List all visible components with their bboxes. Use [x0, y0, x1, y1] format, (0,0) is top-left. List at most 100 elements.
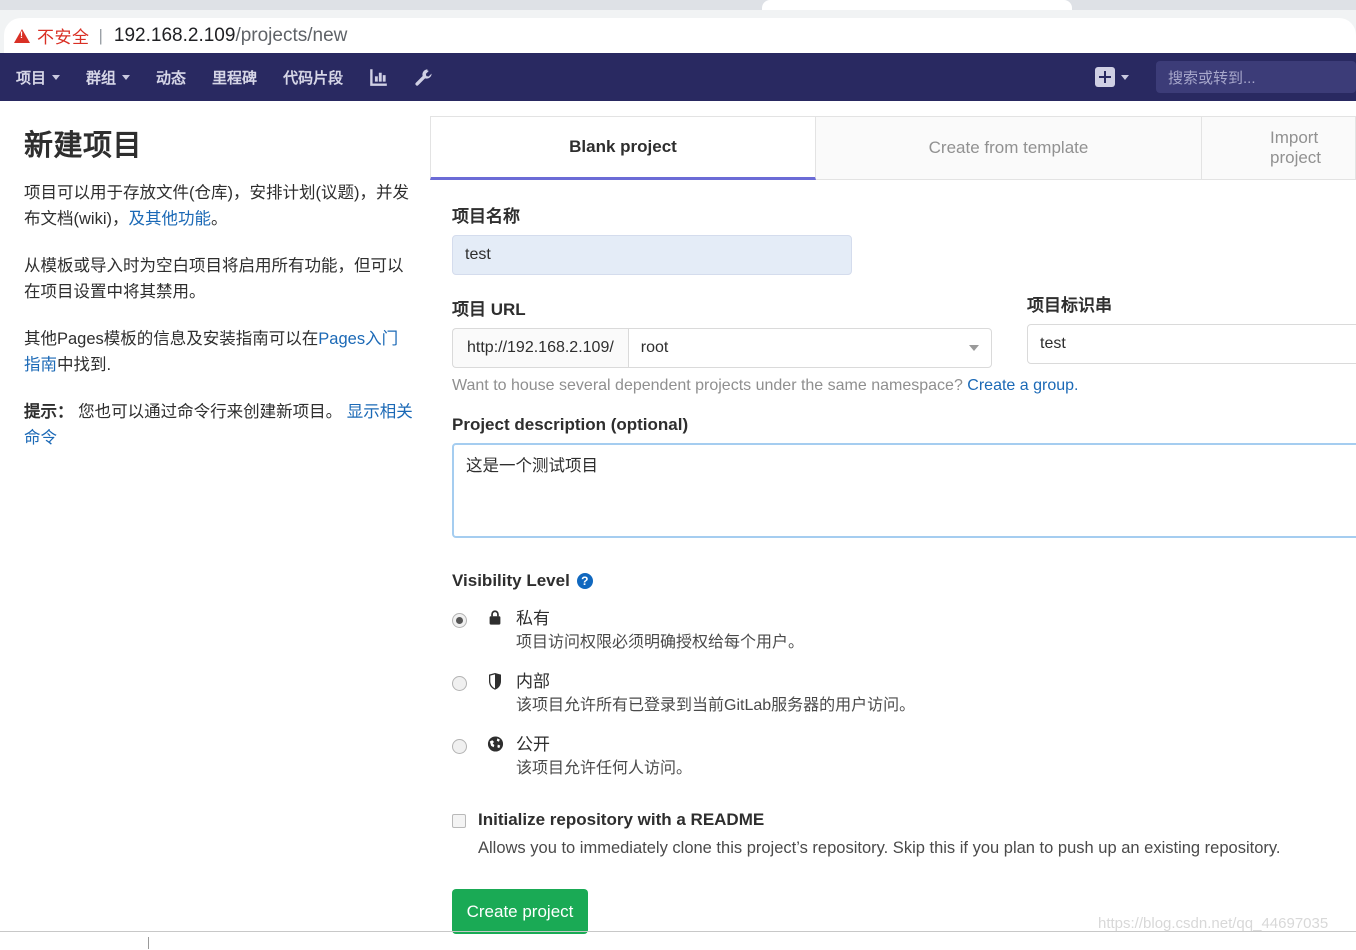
visibility-internal-name: 内部 — [516, 672, 550, 691]
lock-icon — [485, 608, 505, 630]
intro-paragraph-1: 项目可以用于存放文件(仓库)，安排计划(议题)，并发布文档(wiki)，及其他功… — [24, 180, 414, 232]
nav-item-activity[interactable]: 动态 — [143, 53, 199, 101]
security-status-label[interactable]: 不安全 — [37, 23, 90, 48]
nav-item-projects-label: 项目 — [16, 69, 47, 87]
initialize-readme-description: Allows you to immediately clone this pro… — [478, 839, 1281, 857]
browser-tab-strip — [0, 0, 1356, 10]
visibility-private-text: 私有 项目访问权限必须明确授权给每个用户。 — [516, 608, 1356, 654]
visibility-level-label: Visibility Level — [452, 571, 570, 590]
namespace-hint: Want to house several dependent projects… — [452, 377, 1356, 395]
tab-create-from-template[interactable]: Create from template — [816, 116, 1202, 179]
initialize-readme-label: Initialize repository with a README — [478, 810, 765, 829]
visibility-public-text: 公开 该项目允许任何人访问。 — [516, 734, 1356, 780]
nav-admin-button[interactable] — [401, 53, 446, 101]
warning-triangle-icon — [14, 28, 30, 43]
gitlab-navbar: 项目 群组 动态 里程碑 代码片段 搜索或转到... — [0, 53, 1356, 101]
tab-import-project[interactable]: Import project — [1202, 116, 1356, 179]
nav-item-activity-label: 动态 — [156, 69, 187, 87]
plus-square-icon — [1095, 67, 1115, 87]
nav-item-snippets[interactable]: 代码片段 — [270, 53, 356, 101]
address-bar[interactable]: 不安全 | 192.168.2.109/projects/new — [4, 18, 1356, 53]
project-url-group: http://192.168.2.109/ root — [452, 328, 992, 368]
intro-paragraph-2: 从模板或导入时为空白项目将启用所有功能，但可以在项目设置中将其禁用。 — [24, 257, 404, 301]
project-description-input[interactable] — [452, 443, 1356, 538]
project-slug-group: 项目标识串 test — [1027, 291, 1356, 364]
namespace-hint-text: Want to house several dependent projects… — [452, 377, 963, 394]
tab-create-from-template-label: Create from template — [928, 138, 1089, 157]
chevron-down-icon — [1121, 74, 1129, 80]
chevron-down-icon — [52, 74, 61, 80]
browser-chrome-strip — [0, 10, 1356, 18]
page-body: 新建项目 项目可以用于存放文件(仓库)，安排计划(议题)，并发布文档(wiki)… — [0, 101, 1356, 950]
shield-icon — [485, 671, 505, 693]
project-name-value: test — [465, 246, 491, 263]
project-slug-input[interactable]: test — [1027, 324, 1356, 364]
initialize-readme-row[interactable]: Initialize repository with a README Allo… — [452, 810, 1356, 859]
intro-paragraph-3: 其他Pages模板的信息及安装指南可以在Pages入门指南中找到. — [24, 326, 414, 378]
visibility-option-public[interactable]: 公开 该项目允许任何人访问。 — [452, 734, 1356, 780]
visibility-radio-internal[interactable] — [452, 676, 467, 691]
project-description-label: Project description (optional) — [452, 415, 689, 434]
browser-toolbar: 不安全 | 192.168.2.109/projects/new — [0, 18, 1356, 53]
nav-item-groups[interactable]: 群组 — [73, 53, 143, 101]
nav-item-snippets-label: 代码片段 — [283, 69, 344, 87]
visibility-public-description: 该项目允许任何人访问。 — [516, 760, 693, 777]
navbar-right-items: 搜索或转到... — [1082, 53, 1356, 101]
nav-item-projects[interactable]: 项目 — [0, 53, 73, 101]
browser-tab-inactive-2[interactable] — [1076, 0, 1356, 10]
nav-item-milestones[interactable]: 里程碑 — [199, 53, 270, 101]
new-project-intro: 新建项目 项目可以用于存放文件(仓库)，安排计划(议题)，并发布文档(wiki)… — [24, 101, 414, 472]
project-name-input[interactable]: test — [452, 235, 852, 275]
initialize-readme-checkbox[interactable] — [452, 814, 466, 828]
project-slug-label: 项目标识串 — [1027, 296, 1112, 315]
visibility-public-name: 公开 — [516, 735, 550, 754]
nav-item-groups-label: 群组 — [86, 69, 117, 87]
tab-blank-project-label: Blank project — [569, 137, 677, 156]
url-host: 192.168.2.109 — [113, 24, 236, 46]
question-circle-icon[interactable]: ? — [576, 573, 593, 589]
browser-tab-inactive-1[interactable] — [0, 0, 760, 10]
visibility-level-header: Visibility Level ? — [452, 571, 1356, 591]
initialize-readme-text: Initialize repository with a README Allo… — [478, 810, 1280, 859]
visibility-internal-text: 内部 该项目允许所有已登录到当前GitLab服务器的用户访问。 — [516, 671, 1356, 717]
project-slug-value: test — [1040, 335, 1066, 352]
browser-tab-active[interactable] — [762, 0, 1072, 10]
address-bar-separator: | — [98, 25, 103, 45]
chevron-down-icon — [969, 345, 979, 351]
nav-analytics-button[interactable] — [356, 53, 401, 101]
visibility-option-internal[interactable]: 内部 该项目允许所有已登录到当前GitLab服务器的用户访问。 — [452, 671, 1356, 717]
tip-text: 您也可以通过命令行来创建新项目。 — [78, 403, 343, 421]
visibility-internal-description: 该项目允许所有已登录到当前GitLab服务器的用户访问。 — [516, 697, 916, 714]
create-group-link[interactable]: Create a group. — [967, 377, 1078, 394]
create-project-button[interactable]: Create project — [452, 889, 588, 934]
wrench-admin-icon — [415, 68, 432, 86]
text-cursor-mark — [148, 937, 149, 949]
search-input-placeholder: 搜索或转到... — [1168, 69, 1256, 87]
namespace-selected-value: root — [640, 339, 669, 356]
project-creation-tabs: Blank project Create from template Impor… — [430, 116, 1356, 180]
tab-blank-project[interactable]: Blank project — [430, 116, 816, 180]
other-features-link[interactable]: 及其他功能 — [129, 210, 212, 228]
intro-paragraph-1-tail: 。 — [211, 210, 228, 228]
project-name-label: 项目名称 — [452, 207, 520, 226]
footer-divider — [0, 931, 1356, 932]
visibility-radio-private[interactable] — [452, 613, 467, 628]
url-path: /projects/new — [235, 24, 348, 46]
analytics-chart-icon — [370, 68, 387, 86]
nav-item-milestones-label: 里程碑 — [212, 69, 258, 87]
visibility-option-private[interactable]: 私有 项目访问权限必须明确授权给每个用户。 — [452, 608, 1356, 654]
navbar-primary-items: 项目 群组 动态 里程碑 代码片段 — [0, 53, 446, 101]
intro-paragraph-3-tail: 中找到. — [57, 356, 112, 374]
tab-import-project-label: Import project — [1270, 128, 1322, 167]
new-project-panel: Blank project Create from template Impor… — [430, 116, 1356, 934]
new-dropdown-button[interactable] — [1082, 53, 1142, 101]
tip-label: 提示： — [24, 403, 74, 421]
visibility-private-description: 项目访问权限必须明确授权给每个用户。 — [516, 634, 805, 651]
search-input[interactable]: 搜索或转到... — [1156, 61, 1356, 93]
visibility-private-name: 私有 — [516, 609, 550, 628]
namespace-select[interactable]: root — [627, 328, 992, 368]
globe-icon — [485, 734, 505, 756]
intro-tip: 提示： 您也可以通过命令行来创建新项目。 显示相关命令 — [24, 399, 414, 451]
visibility-radio-public[interactable] — [452, 739, 467, 754]
chevron-down-icon — [122, 74, 131, 80]
